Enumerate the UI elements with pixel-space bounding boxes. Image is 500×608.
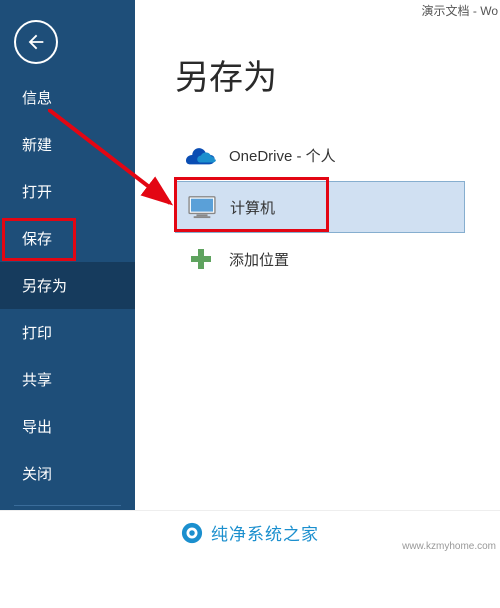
sidebar-item-options[interactable]: 选项 <box>0 561 135 608</box>
main-panel: 另存为 OneDrive - 个人 计算机 添加位置 <box>135 30 500 285</box>
arrow-left-icon <box>25 31 47 53</box>
sidebar-item-saveas[interactable]: 另存为 <box>0 262 135 309</box>
option-onedrive[interactable]: OneDrive - 个人 <box>175 129 465 181</box>
sidebar-item-export[interactable]: 导出 <box>0 403 135 450</box>
page-title: 另存为 <box>175 50 500 99</box>
sidebar-item-save[interactable]: 保存 <box>0 215 135 262</box>
footer-logo-icon <box>181 522 203 544</box>
option-onedrive-label: OneDrive - 个人 <box>229 145 336 166</box>
sidebar-item-info[interactable]: 信息 <box>0 74 135 121</box>
option-add-location-label: 添加位置 <box>229 249 289 270</box>
sidebar-item-new[interactable]: 新建 <box>0 121 135 168</box>
footer-url: www.kzmyhome.com <box>402 541 496 552</box>
window-title: 演示文档 - Wo <box>135 0 500 20</box>
back-button[interactable] <box>14 20 58 64</box>
computer-icon <box>184 195 220 219</box>
sidebar-item-print[interactable]: 打印 <box>0 309 135 356</box>
option-add-location[interactable]: 添加位置 <box>175 233 465 285</box>
sidebar-item-share[interactable]: 共享 <box>0 356 135 403</box>
option-computer[interactable]: 计算机 <box>175 181 465 233</box>
sidebar-divider <box>14 505 121 506</box>
sidebar-item-close[interactable]: 关闭 <box>0 450 135 497</box>
plus-icon <box>183 247 219 271</box>
backstage-sidebar: 信息 新建 打开 保存 另存为 打印 共享 导出 关闭 帐户 选项 <box>0 0 135 510</box>
option-computer-label: 计算机 <box>230 197 275 218</box>
footer-site-name: 纯净系统之家 <box>211 520 319 545</box>
sidebar-item-open[interactable]: 打开 <box>0 168 135 215</box>
footer-watermark: 纯净系统之家 www.kzmyhome.com <box>0 510 500 554</box>
onedrive-icon <box>183 145 219 165</box>
